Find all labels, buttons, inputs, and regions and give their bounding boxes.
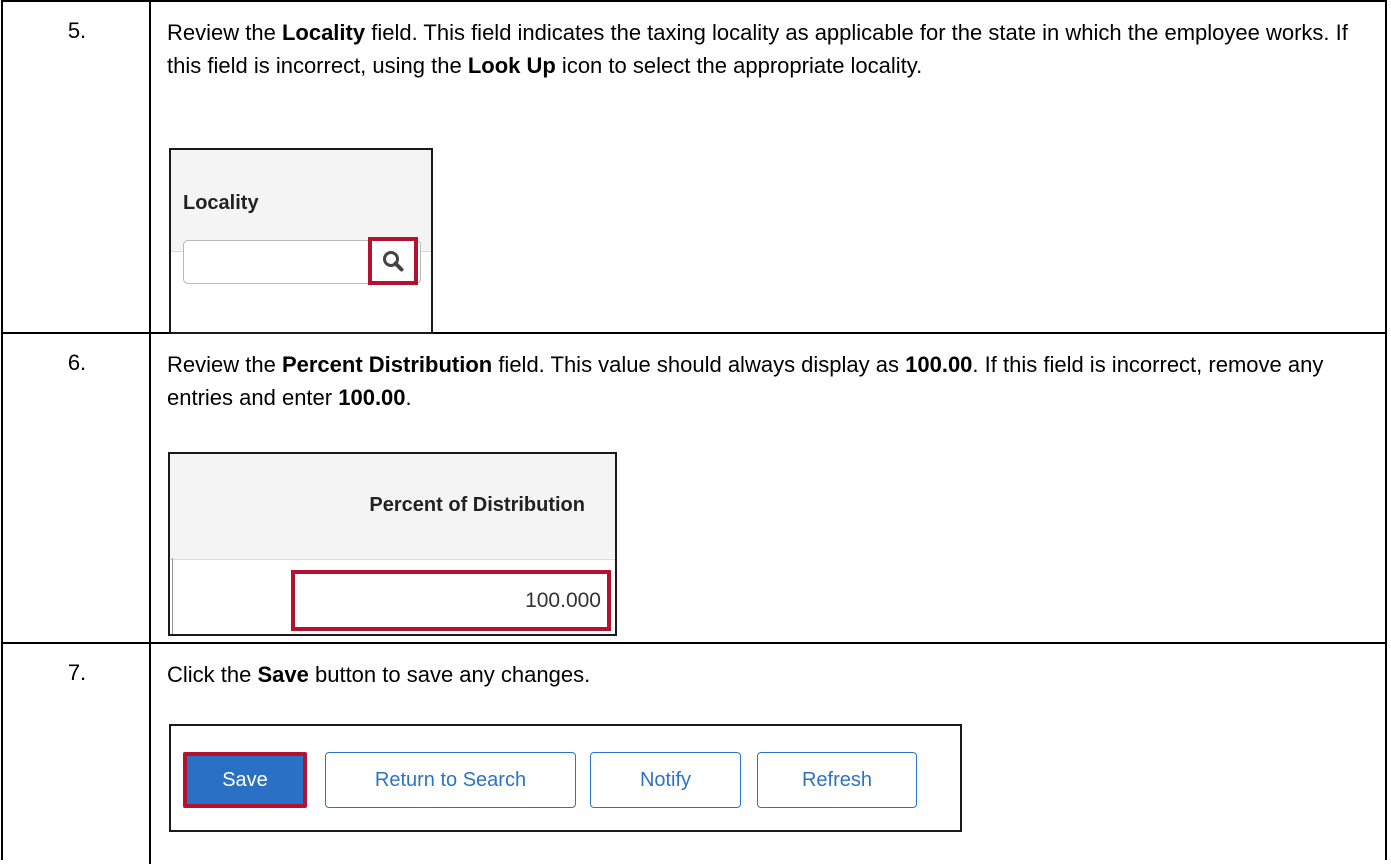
locality-screenshot: Locality [169,148,433,334]
instruction-bold: 100.00 [905,352,973,377]
step-number-cell: 7. [3,644,151,864]
instruction-text: field. This value should always display … [492,352,906,377]
instruction-text: . [405,385,412,410]
percent-distribution-input[interactable]: 100.000 [291,570,611,631]
step-instructions: Review the Percent Distribution field. T… [167,348,1365,414]
instruction-text: icon to select the appropriate locality. [555,53,923,78]
return-to-search-button[interactable]: Return to Search [325,752,576,808]
step-content: Review the Percent Distribution field. T… [167,348,1365,414]
step-number: 5. [67,18,87,43]
instruction-text: Review the [167,352,282,377]
divider [172,558,173,634]
step-number-cell: 6. [3,334,151,642]
instruction-bold: Locality [281,20,366,45]
instruction-bold: Percent Distribution [281,352,493,377]
percent-column-header: Percent of Distribution [170,454,615,560]
step-row-5: 5. Review the Locality field. This field… [3,2,1385,334]
refresh-button[interactable]: Refresh [757,752,917,808]
step-number: 6. [67,350,87,375]
step-number-cell: 5. [3,2,151,332]
step-instructions: Click the Save button to save any change… [167,658,1365,691]
lookup-button[interactable] [368,237,418,285]
notify-button[interactable]: Notify [590,752,741,808]
instruction-text: Review the [167,20,282,45]
percent-distribution-screenshot: Percent of Distribution 100.000 [168,452,617,636]
instruction-text: button to save any changes. [308,662,591,687]
instruction-bold: Look Up [467,53,556,78]
toolbar-screenshot: Save Return to Search Notify Refresh [169,724,962,832]
instruction-text: Click the [167,662,258,687]
save-button[interactable]: Save [183,752,307,808]
step-content: Click the Save button to save any change… [167,658,1365,691]
search-icon [383,251,404,272]
instruction-bold: 100.00 [338,385,406,410]
step-instructions: Review the Locality field. This field in… [167,16,1365,82]
step-number: 7. [67,660,87,685]
step-content: Review the Locality field. This field in… [167,16,1365,82]
instruction-bold: Save [257,662,309,687]
